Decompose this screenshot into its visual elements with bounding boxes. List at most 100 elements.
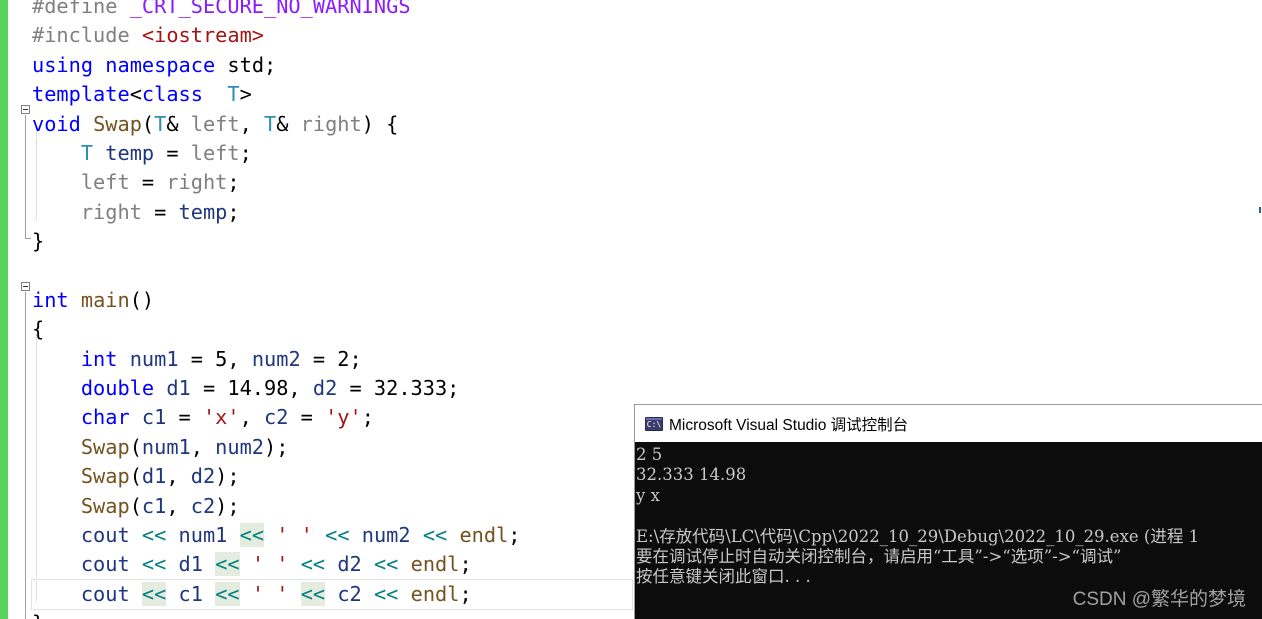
- code-line[interactable]: int num1 = 5, num2 = 2;: [32, 345, 632, 374]
- console-line: 要在调试停止时自动关闭控制台，请启用“工具”->“选项”->“调试”: [636, 546, 1122, 566]
- console-titlebar[interactable]: C:\ Microsoft Visual Studio 调试控制台: [635, 405, 1262, 442]
- code-line[interactable]: left = right;: [32, 168, 632, 197]
- code-line[interactable]: using namespace std;: [32, 51, 632, 80]
- code-line[interactable]: {: [32, 315, 632, 344]
- code-token: ' ': [276, 523, 313, 548]
- code-token: =: [129, 170, 167, 195]
- code-line[interactable]: }: [32, 227, 632, 256]
- code-line[interactable]: template<class T>: [32, 80, 632, 109]
- code-line[interactable]: Swap(c1, c2);: [32, 492, 632, 521]
- code-token: T: [227, 82, 240, 107]
- code-token: main: [80, 287, 130, 312]
- code-token: num1: [141, 434, 191, 459]
- code-token: ;: [227, 199, 240, 224]
- code-line[interactable]: T temp = left;: [32, 139, 632, 168]
- code-token: ) {: [361, 111, 399, 136]
- code-line[interactable]: cout << c1 << ' ' << c2 << endl;: [31, 578, 633, 611]
- code-line[interactable]: double d1 = 14.98, d2 = 32.333;: [32, 374, 632, 403]
- code-token: left: [190, 140, 240, 165]
- code-token: using: [32, 52, 94, 77]
- code-token: ,: [190, 434, 216, 459]
- code-token: char: [80, 405, 130, 430]
- outlining-margin: [8, 0, 31, 619]
- console-line: 2 5: [636, 445, 663, 464]
- code-line[interactable]: Swap(d1, d2);: [32, 462, 632, 491]
- fold-end-swap: [25, 238, 31, 239]
- collapse-main-icon[interactable]: [21, 282, 30, 291]
- code-line[interactable]: cout << d1 << ' ' << d2 << endl;: [32, 550, 632, 579]
- code-token: #define: [32, 0, 130, 18]
- code-token: &: [276, 111, 301, 136]
- code-token: left: [190, 111, 240, 136]
- code-token: ,: [166, 464, 191, 489]
- code-token: T: [80, 140, 94, 165]
- code-token: num1: [178, 523, 228, 548]
- code-line[interactable]: #define _CRT_SECURE_NO_WARNINGS: [32, 0, 632, 21]
- code-line[interactable]: void Swap(T& left, T& right) {: [32, 110, 632, 139]
- code-token: 'x': [202, 405, 240, 430]
- code-line[interactable]: }: [32, 609, 632, 619]
- code-line[interactable]: #include <iostream>: [32, 21, 632, 50]
- code-token: <: [129, 82, 142, 107]
- code-line[interactable]: right = temp;: [32, 198, 632, 227]
- code-token: class: [141, 82, 203, 107]
- code-line[interactable]: char c1 = 'x', c2 = 'y';: [32, 403, 632, 432]
- code-token: );: [215, 493, 240, 518]
- code-token: ;: [239, 140, 252, 165]
- code-token: }: [32, 611, 44, 619]
- collapse-swap-icon[interactable]: [21, 105, 30, 114]
- console-output[interactable]: 2 5 32.333 14.98 y x E:\存放代码\LC\代码\Cpp\2022…: [635, 442, 1262, 588]
- code-token: num2: [251, 346, 301, 371]
- code-line[interactable]: Swap(num1, num2);: [32, 433, 632, 462]
- code-token: endl: [410, 581, 460, 606]
- code-token: Swap: [80, 493, 130, 518]
- code-token: d2: [190, 464, 216, 489]
- code-token: Swap: [80, 464, 130, 489]
- code-token: <<: [215, 552, 240, 577]
- code-line[interactable]: cout << num1 << ' ' << num2 << endl;: [32, 521, 632, 550]
- code-token: <<: [422, 523, 448, 548]
- code-token: c1: [141, 493, 167, 518]
- fold-guide-main: [25, 292, 26, 619]
- code-token: =: [141, 199, 179, 224]
- code-token: c1: [178, 581, 203, 606]
- code-token: ;: [508, 523, 521, 548]
- code-token: ;: [227, 170, 240, 195]
- code-token: }: [32, 229, 45, 254]
- code-token: <<: [373, 581, 399, 606]
- code-editor[interactable]: #define _CRT_SECURE_NO_WARNINGS #include …: [31, 0, 633, 619]
- code-token: right: [300, 111, 362, 136]
- code-token: int: [32, 287, 69, 312]
- code-token: (: [129, 464, 142, 489]
- code-token: d2: [312, 376, 338, 401]
- code-token: c2: [337, 581, 362, 606]
- code-token: <<: [300, 581, 326, 606]
- console-line: E:\存放代码\LC\代码\Cpp\2022_10_29\Debug\2022_…: [636, 526, 1200, 546]
- code-token: c1: [141, 405, 167, 430]
- code-token: d2: [337, 552, 362, 577]
- code-line[interactable]: int main(): [32, 286, 632, 315]
- code-token: ' ': [251, 552, 289, 577]
- code-token: void: [32, 111, 81, 136]
- change-tracking-bar: [0, 0, 8, 619]
- code-line[interactable]: [32, 257, 632, 286]
- code-token: &: [166, 111, 191, 136]
- code-token: >: [239, 82, 252, 107]
